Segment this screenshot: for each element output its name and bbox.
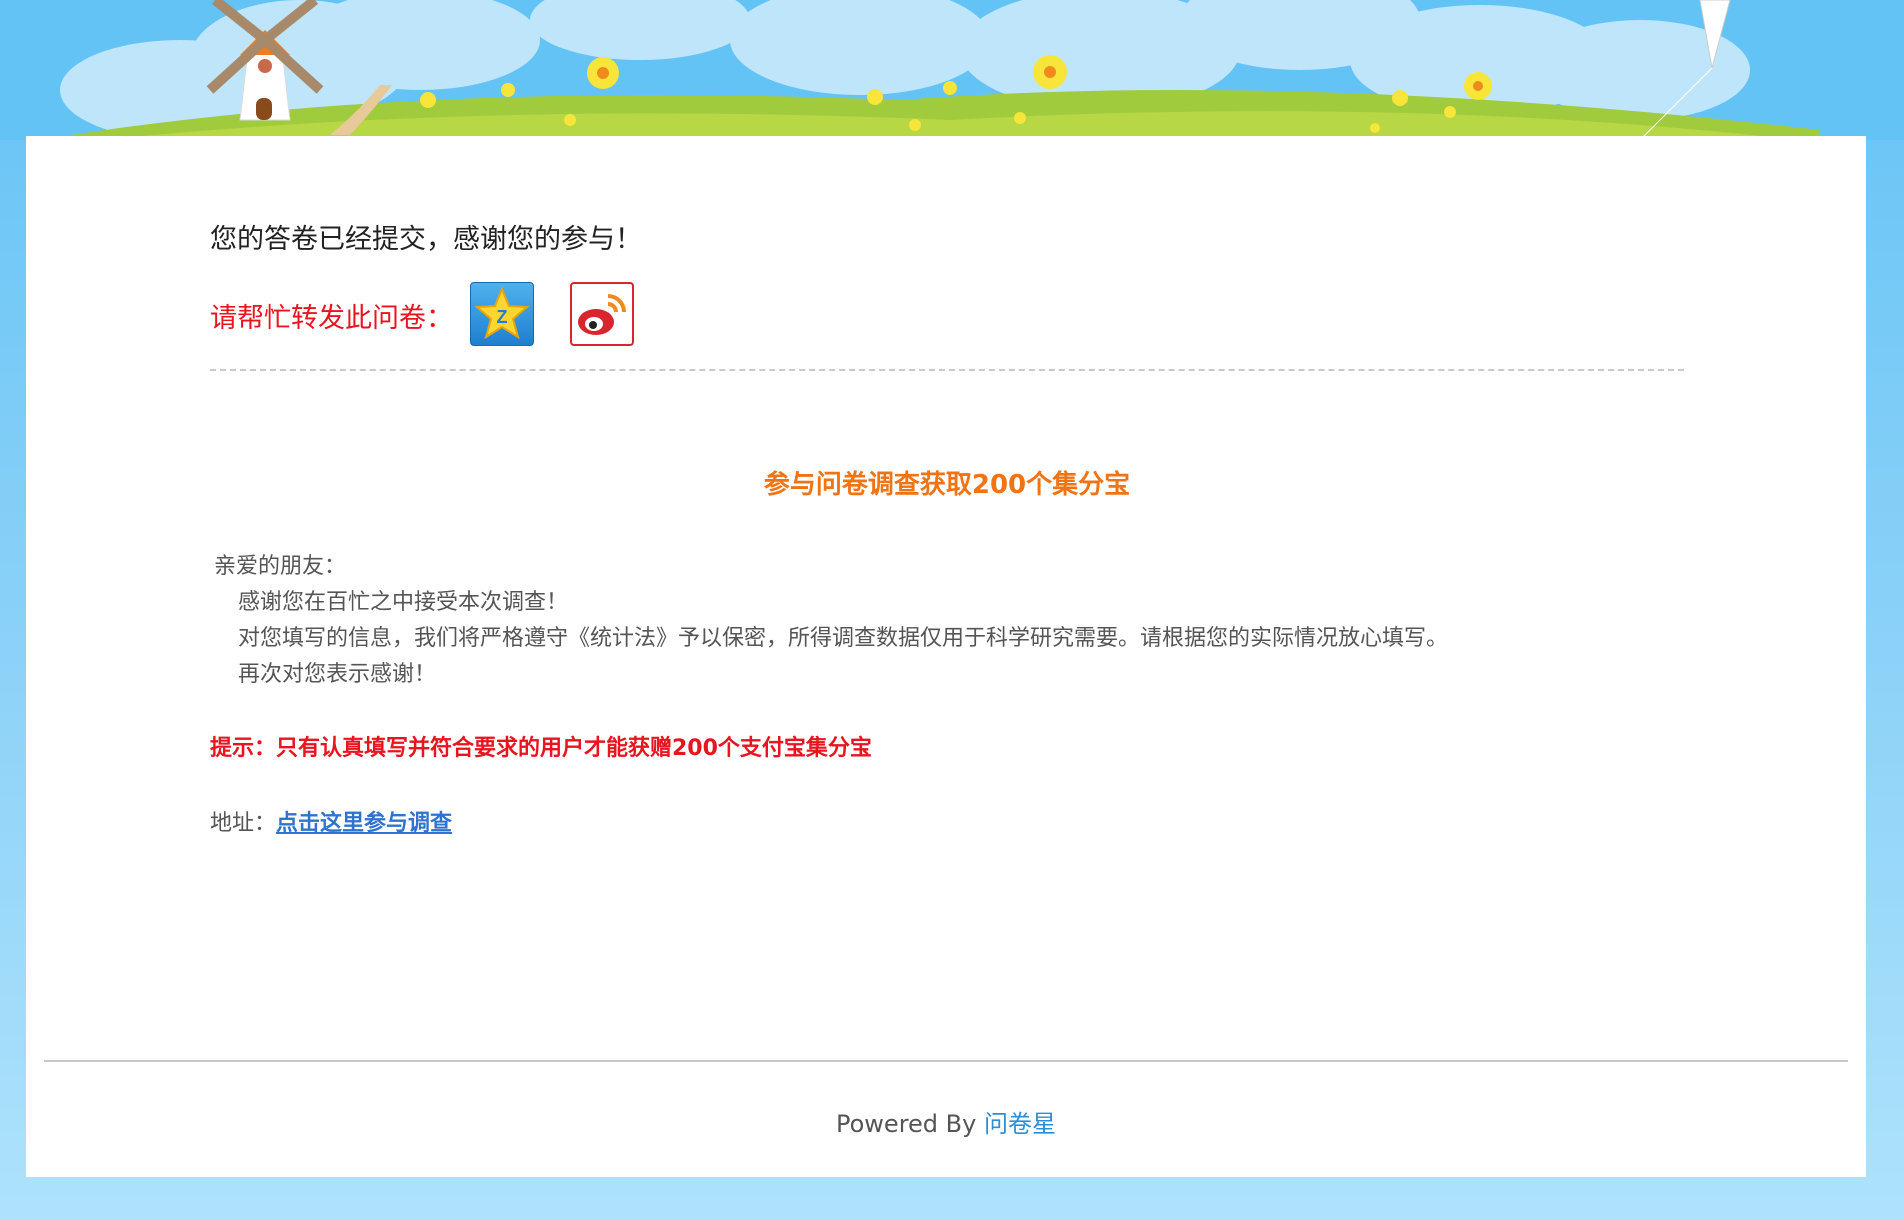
intro-paragraph: 对您填写的信息，我们将严格遵守《统计法》予以保密，所得调查数据仅用于科学研究需要… [238,626,1449,651]
share-row: 请帮忙转发此问卷： Z [210,282,810,348]
share-label: 请帮忙转发此问卷： [210,303,453,334]
weibo-icon [578,294,626,335]
meadow-illustration [0,0,1904,140]
brand-link[interactable]: 问卷星 [984,1110,1056,1138]
content-card: 您的答卷已经提交，感谢您的参与！ 请帮忙转发此问卷： Z 参与问卷调查获取200… [26,136,1866,1177]
share-weibo-button[interactable] [570,282,634,346]
footer: Powered By 问卷星 [26,1104,1866,1139]
footer-divider [44,1060,1848,1062]
address-label: 地址： [210,811,277,836]
intro-paragraph: 再次对您表示感谢！ [238,662,437,687]
survey-intro: 亲爱的朋友： 感谢您在百忙之中接受本次调查！ 对您填写的信息，我们将严格遵守《统… [214,549,1448,693]
survey-link[interactable]: 点击这里参与调查 [276,811,452,836]
qzone-star-icon: Z [474,286,530,340]
powered-by-label: Powered By [836,1110,977,1138]
submission-confirmation: 您的答卷已经提交，感谢您的参与！ [210,224,642,255]
section-divider [210,369,1684,371]
reward-tip: 提示：只有认真填写并符合要求的用户才能获赠200个支付宝集分宝 [210,736,872,761]
survey-title: 参与问卷调查获取200个集分宝 [763,470,1131,500]
share-qzone-button[interactable]: Z [470,282,534,346]
intro-paragraph: 感谢您在百忙之中接受本次调查！ [238,590,569,615]
header-banner [0,0,1904,140]
svg-text:Z: Z [497,307,508,327]
greeting: 亲爱的朋友： [214,554,347,579]
survey-address: 地址：点击这里参与调查 [210,805,452,837]
